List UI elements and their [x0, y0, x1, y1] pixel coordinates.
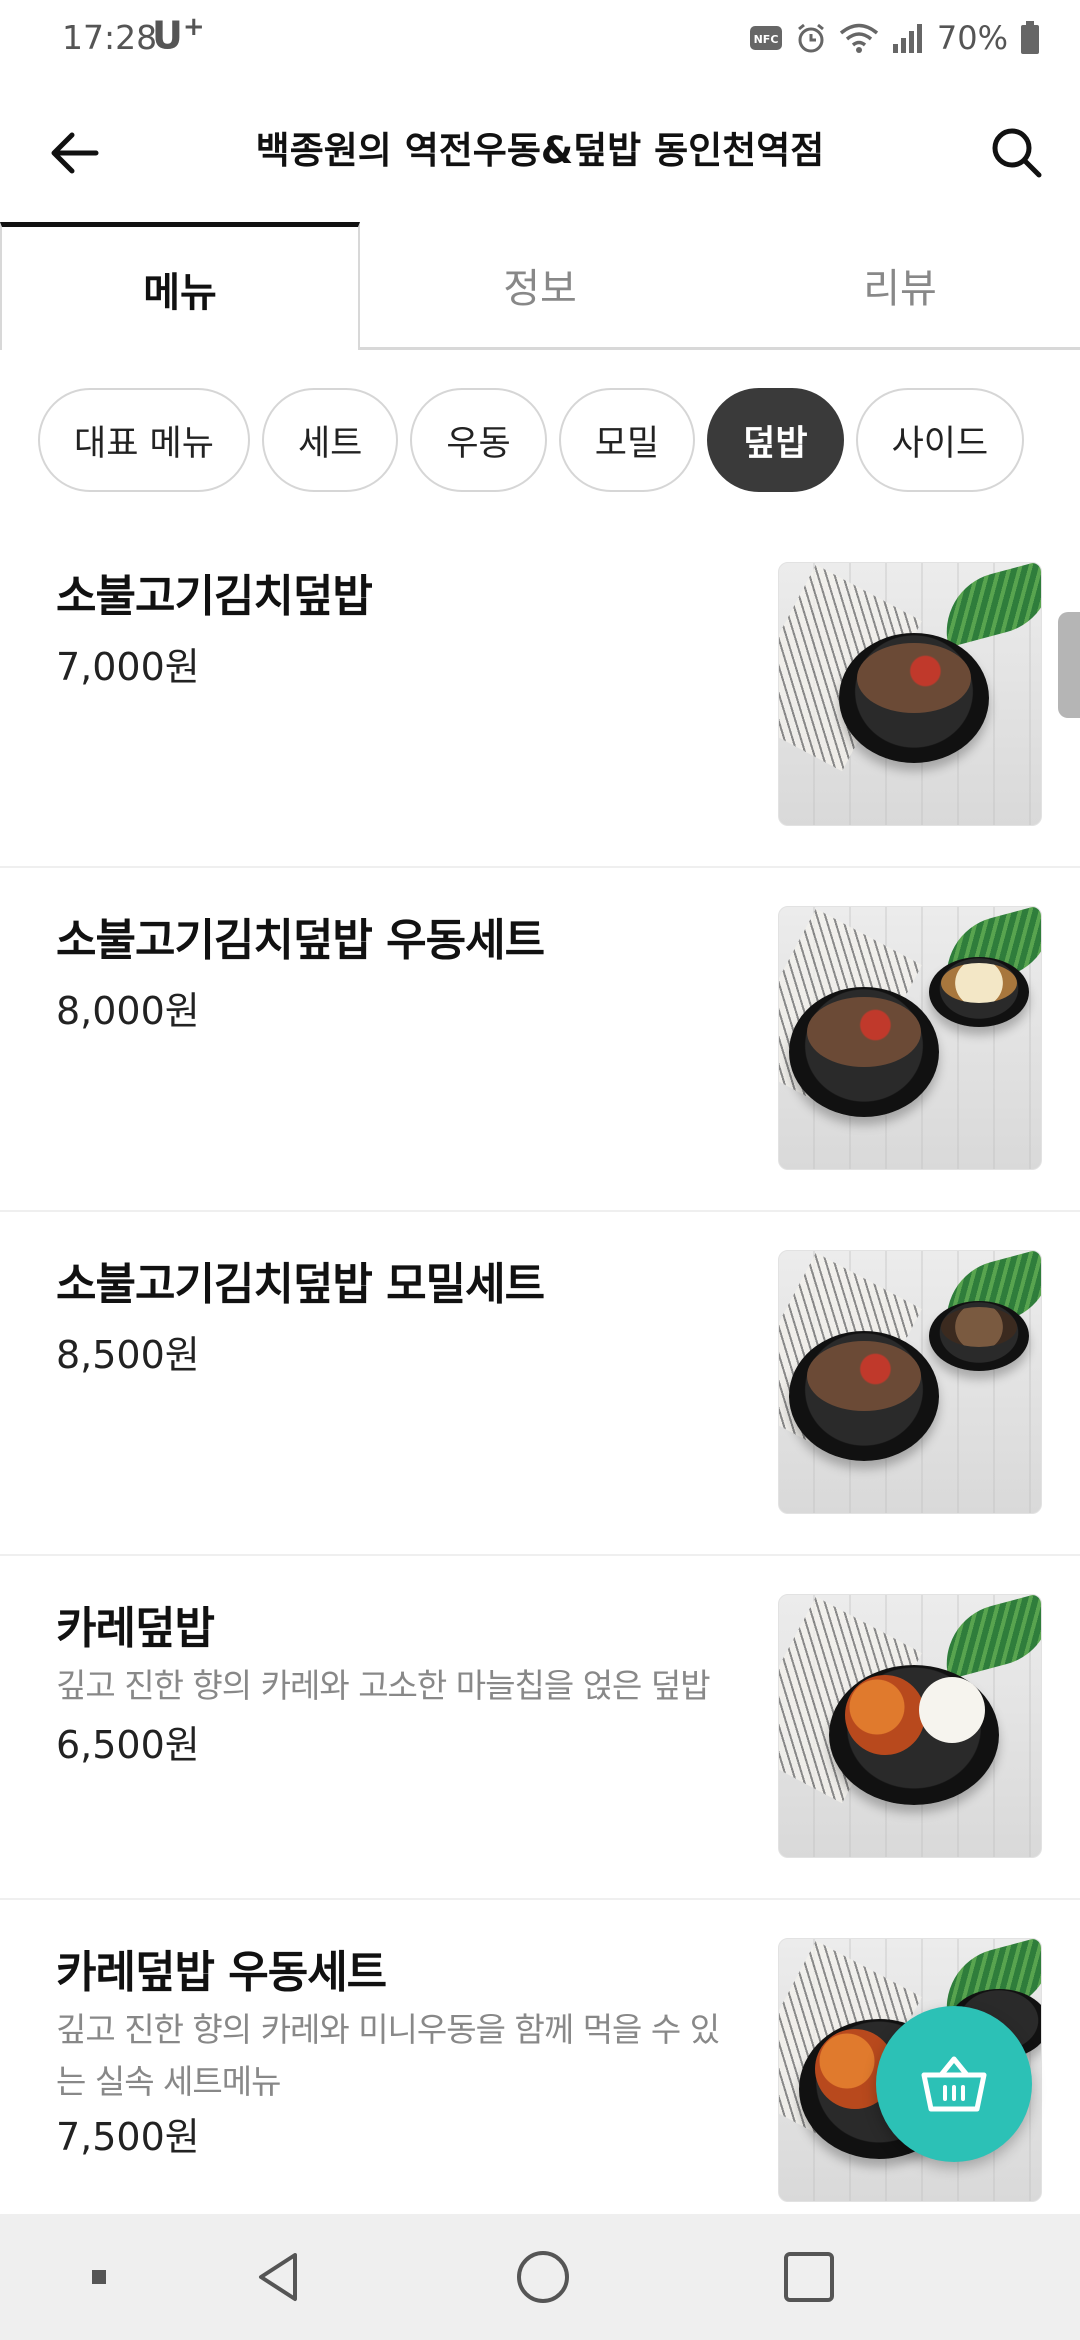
menu-item[interactable]: 카레덮밥 깊고 진한 향의 카레와 고소한 마늘칩을 얹은 덮밥 6,500원	[0, 1556, 1080, 1900]
app-header: 백종원의 역전우동&덮밥 동인천역점	[0, 80, 1080, 222]
cart-basket-icon	[921, 2056, 987, 2112]
small-square-icon	[92, 2270, 106, 2284]
category-chips: 대표 메뉴 세트 우동 모밀 덮밥 사이드	[38, 388, 1025, 492]
carrier-sup: +	[182, 12, 205, 42]
menu-item-name: 카레덮밥 우동세트	[56, 1947, 387, 1998]
wifi-icon	[839, 22, 879, 54]
menu-item[interactable]: 소불고기김치덮밥 우동세트 8,000원	[0, 868, 1080, 1212]
chip-momil[interactable]: 모밀	[558, 388, 696, 492]
tab-menu[interactable]: 메뉴	[0, 222, 360, 350]
scrollbar-thumb[interactable]	[1058, 612, 1080, 718]
chip-set[interactable]: 세트	[261, 388, 399, 492]
system-nav-bar	[0, 2214, 1080, 2340]
screen: 17:28 U+ NFC 70% 백종원의 역전우동&덮밥 동인천역점 메뉴 정…	[0, 0, 1080, 2340]
tab-reviews[interactable]: 리뷰	[720, 222, 1080, 350]
chip-rice-bowl[interactable]: 덮밥	[707, 388, 844, 492]
nfc-icon: NFC	[749, 24, 783, 52]
alarm-icon	[795, 22, 827, 54]
menu-item-description: 깊고 진한 향의 카레와 고소한 마늘칩을 얹은 덮밥	[56, 1666, 711, 1705]
menu-item-price: 6,500원	[56, 1723, 200, 1767]
nav-recent-dot-button[interactable]	[64, 2242, 134, 2312]
nav-overview-button[interactable]	[774, 2242, 844, 2312]
circle-home-icon	[517, 2251, 569, 2303]
search-button[interactable]	[980, 116, 1052, 188]
chip-signature[interactable]: 대표 메뉴	[38, 388, 250, 492]
cart-button[interactable]	[876, 2006, 1032, 2162]
signal-icon	[891, 22, 925, 54]
tab-info[interactable]: 정보	[360, 222, 720, 350]
menu-item-price: 8,500원	[56, 1333, 200, 1377]
status-time: 17:28	[62, 18, 158, 57]
menu-item-photo	[778, 1250, 1042, 1514]
back-button[interactable]	[40, 118, 110, 188]
tab-bar: 메뉴 정보 리뷰	[0, 222, 1080, 350]
menu-item-photo	[778, 906, 1042, 1170]
menu-item-photo	[778, 1594, 1042, 1858]
battery-percent: 70%	[936, 19, 1008, 57]
menu-item-name: 소불고기김치덮밥 모밀세트	[56, 1259, 545, 1310]
menu-item[interactable]: 소불고기김치덮밥 모밀세트 8,500원	[0, 1212, 1080, 1556]
menu-list: 소불고기김치덮밥 7,000원 소불고기김치덮밥 우동세트 8,000원 소불고…	[0, 524, 1080, 2220]
status-bar: 17:28 U+ NFC 70%	[0, 0, 1080, 80]
menu-item[interactable]: 소불고기김치덮밥 7,000원	[0, 524, 1080, 868]
back-arrow-icon	[51, 132, 99, 174]
menu-item-name: 소불고기김치덮밥 우동세트	[56, 915, 545, 966]
menu-item-description: 깊고 진한 향의 카레와 미니우동을 함께 먹을 수 있는 실속 세트메뉴	[56, 2010, 720, 2101]
menu-item-name: 카레덮밥	[56, 1603, 215, 1654]
carrier-label: U+	[152, 12, 205, 58]
triangle-back-icon	[259, 2253, 297, 2301]
square-overview-icon	[784, 2252, 834, 2302]
chip-side[interactable]: 사이드	[855, 388, 1025, 492]
menu-item-price: 7,000원	[56, 645, 200, 689]
battery-icon	[1020, 21, 1040, 55]
status-icons: NFC 70%	[749, 16, 1040, 60]
carrier-name: U	[152, 13, 183, 58]
nav-home-button[interactable]	[508, 2242, 578, 2312]
nav-back-button[interactable]	[244, 2242, 314, 2312]
search-icon	[992, 128, 1042, 178]
menu-item-name: 소불고기김치덮밥	[56, 571, 373, 622]
menu-item-price: 7,500원	[56, 2115, 200, 2159]
chip-udon[interactable]: 우동	[410, 388, 547, 492]
menu-item-price: 8,000원	[56, 989, 200, 1033]
menu-item-photo	[778, 562, 1042, 826]
svg-text:NFC: NFC	[753, 33, 778, 46]
store-title: 백종원의 역전우동&덮밥 동인천역점	[255, 129, 825, 172]
